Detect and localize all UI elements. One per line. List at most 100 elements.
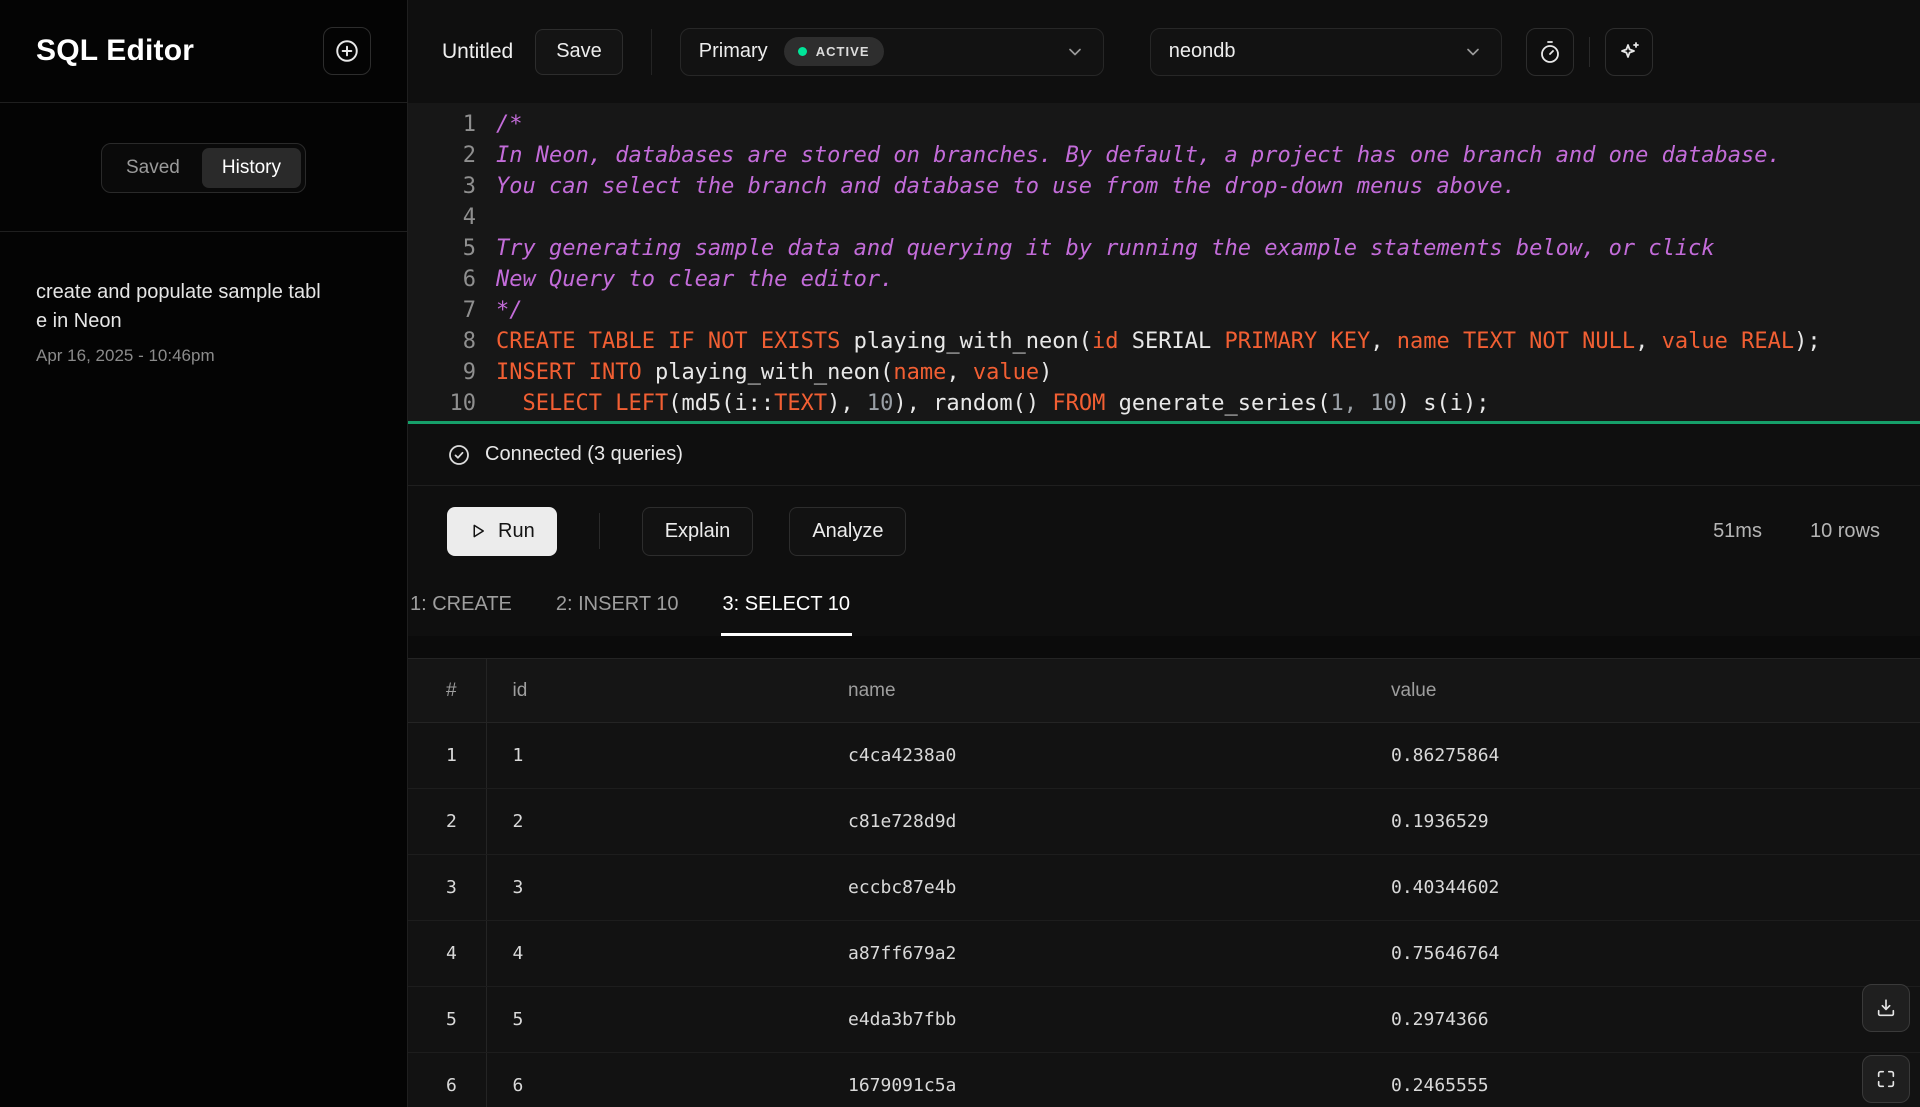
- result-tabs: 1: CREATE 2: INSERT 10 3: SELECT 10: [408, 576, 1920, 636]
- code-line: 8 CREATE TABLE IF NOT EXISTS playing_with…: [408, 326, 1920, 357]
- ai-assist-button[interactable]: [1605, 28, 1653, 76]
- table-cell: c81e728d9d: [822, 789, 1365, 855]
- line-content: Try generating sample data and querying …: [496, 233, 1715, 264]
- table-row: 22c81e728d9d0.1936529: [408, 789, 1920, 855]
- branch-dropdown[interactable]: Primary ACTIVE: [680, 28, 1104, 76]
- table-cell: 2: [408, 789, 486, 855]
- table-cell: 0.86275864: [1365, 723, 1920, 789]
- table-cell: 5: [408, 987, 486, 1053]
- line-number: 2: [408, 140, 476, 171]
- table-cell: 1: [486, 723, 822, 789]
- actions-bar: Run Explain Analyze 51ms 10 rows: [408, 486, 1920, 576]
- sidebar-tabs-section: SavedHistory: [0, 103, 407, 232]
- query-metrics: 51ms 10 rows: [1713, 520, 1880, 543]
- results-gap: [408, 636, 1920, 658]
- result-tab[interactable]: 3: SELECT 10: [721, 576, 852, 636]
- check-circle-icon: [447, 443, 471, 467]
- query-history-button[interactable]: [1526, 28, 1574, 76]
- app-title: SQL Editor: [36, 34, 194, 68]
- explain-button[interactable]: Explain: [642, 507, 754, 556]
- table-cell: eccbc87e4b: [822, 855, 1365, 921]
- topbar: Untitled Save Primary ACTIVE neondb: [408, 0, 1920, 103]
- table-cell: 0.1936529: [1365, 789, 1920, 855]
- run-button[interactable]: Run: [447, 507, 557, 556]
- fullscreen-icon: [1875, 1068, 1897, 1090]
- sidebar-tabs: SavedHistory: [101, 143, 306, 193]
- query-row-count: 10 rows: [1810, 520, 1880, 543]
- table-cell: 1679091c5a: [822, 1053, 1365, 1107]
- table-cell: 4: [486, 921, 822, 987]
- table-cell: 6: [486, 1053, 822, 1107]
- table-cell: 2: [486, 789, 822, 855]
- line-number: 4: [408, 202, 476, 233]
- table-cell: 3: [486, 855, 822, 921]
- line-number: 1: [408, 109, 476, 140]
- query-title: Untitled: [442, 40, 513, 64]
- line-content: */: [496, 295, 523, 326]
- play-icon: [469, 522, 487, 540]
- line-number: 10: [408, 388, 476, 419]
- code-line: 6New Query to clear the editor.: [408, 264, 1920, 295]
- database-name: neondb: [1169, 40, 1236, 63]
- table-row: 661679091c5a0.2465555: [408, 1053, 1920, 1107]
- line-number: 3: [408, 171, 476, 202]
- expand-results-button[interactable]: [1862, 1055, 1910, 1103]
- history-item-title: create and populate sample table in Neon: [36, 278, 328, 336]
- table-cell: e4da3b7fbb: [822, 987, 1365, 1053]
- sidebar-tab-history[interactable]: History: [202, 148, 301, 188]
- results-panel: #idnamevalue 11c4ca4238a00.8627586422c81…: [408, 658, 1920, 1107]
- line-content: CREATE TABLE IF NOT EXISTS playing_with_…: [496, 326, 1821, 357]
- table-cell: a87ff679a2: [822, 921, 1365, 987]
- app: SQL Editor SavedHistory create and popul…: [0, 0, 1920, 1107]
- table-cell: 0.75646764: [1365, 921, 1920, 987]
- topbar-icon-divider: [1589, 37, 1590, 67]
- line-content: /*: [496, 109, 523, 140]
- sparkles-icon: [1617, 40, 1641, 64]
- branch-status-badge: ACTIVE: [784, 37, 884, 66]
- download-results-button[interactable]: [1862, 984, 1910, 1032]
- line-content: New Query to clear the editor.: [496, 264, 893, 295]
- history-item[interactable]: create and populate sample table in Neon…: [36, 278, 371, 366]
- branch-name: Primary: [699, 40, 768, 63]
- column-header: value: [1365, 659, 1920, 723]
- results-header-row: #idnamevalue: [408, 659, 1920, 723]
- code-line: 9 INSERT INTO playing_with_neon(name, val…: [408, 357, 1920, 388]
- history-list: create and populate sample table in Neon…: [0, 232, 407, 412]
- code-lines: 1/*2In Neon, databases are stored on bra…: [408, 109, 1920, 419]
- save-button[interactable]: Save: [535, 29, 623, 75]
- main-panel: Untitled Save Primary ACTIVE neondb: [408, 0, 1920, 1107]
- table-row: 33eccbc87e4b0.40344602: [408, 855, 1920, 921]
- result-tab[interactable]: 2: INSERT 10: [554, 576, 681, 636]
- code-line: 3You can select the branch and database …: [408, 171, 1920, 202]
- database-dropdown[interactable]: neondb: [1150, 28, 1502, 76]
- sidebar-tab-saved[interactable]: Saved: [106, 148, 200, 188]
- sql-editor[interactable]: 1/*2In Neon, databases are stored on bra…: [408, 103, 1920, 421]
- result-tab[interactable]: 1: CREATE: [408, 576, 514, 636]
- code-line: 5 Try generating sample data and querying…: [408, 233, 1920, 264]
- table-row: 55e4da3b7fbb0.2974366: [408, 987, 1920, 1053]
- table-cell: 4: [408, 921, 486, 987]
- code-line: 7*/: [408, 295, 1920, 326]
- topbar-divider: [651, 29, 652, 75]
- line-content: SELECT LEFT(md5(i::TEXT), 10), random() …: [496, 388, 1489, 419]
- table-cell: 3: [408, 855, 486, 921]
- line-number: 8: [408, 326, 476, 357]
- sidebar: SQL Editor SavedHistory create and popul…: [0, 0, 408, 1107]
- status-dot-icon: [798, 47, 807, 56]
- results-body: 11c4ca4238a00.8627586422c81e728d9d0.1936…: [408, 723, 1920, 1107]
- line-number: 9: [408, 357, 476, 388]
- table-cell: 0.2465555: [1365, 1053, 1920, 1107]
- new-query-button[interactable]: [323, 27, 371, 75]
- column-header: #: [408, 659, 486, 723]
- code-line: 1 /*: [408, 109, 1920, 140]
- column-header: name: [822, 659, 1365, 723]
- line-number: 5: [408, 233, 476, 264]
- history-item-date: Apr 16, 2025 - 10:46pm: [36, 346, 371, 366]
- table-cell: 6: [408, 1053, 486, 1107]
- code-line: 10 SELECT LEFT(md5(i::TEXT), 10), random…: [408, 388, 1920, 419]
- sidebar-header: SQL Editor: [0, 0, 407, 103]
- table-cell: 5: [486, 987, 822, 1053]
- line-content: INSERT INTO playing_with_neon(name, valu…: [496, 357, 1052, 388]
- analyze-button[interactable]: Analyze: [789, 507, 906, 556]
- run-label: Run: [498, 520, 535, 543]
